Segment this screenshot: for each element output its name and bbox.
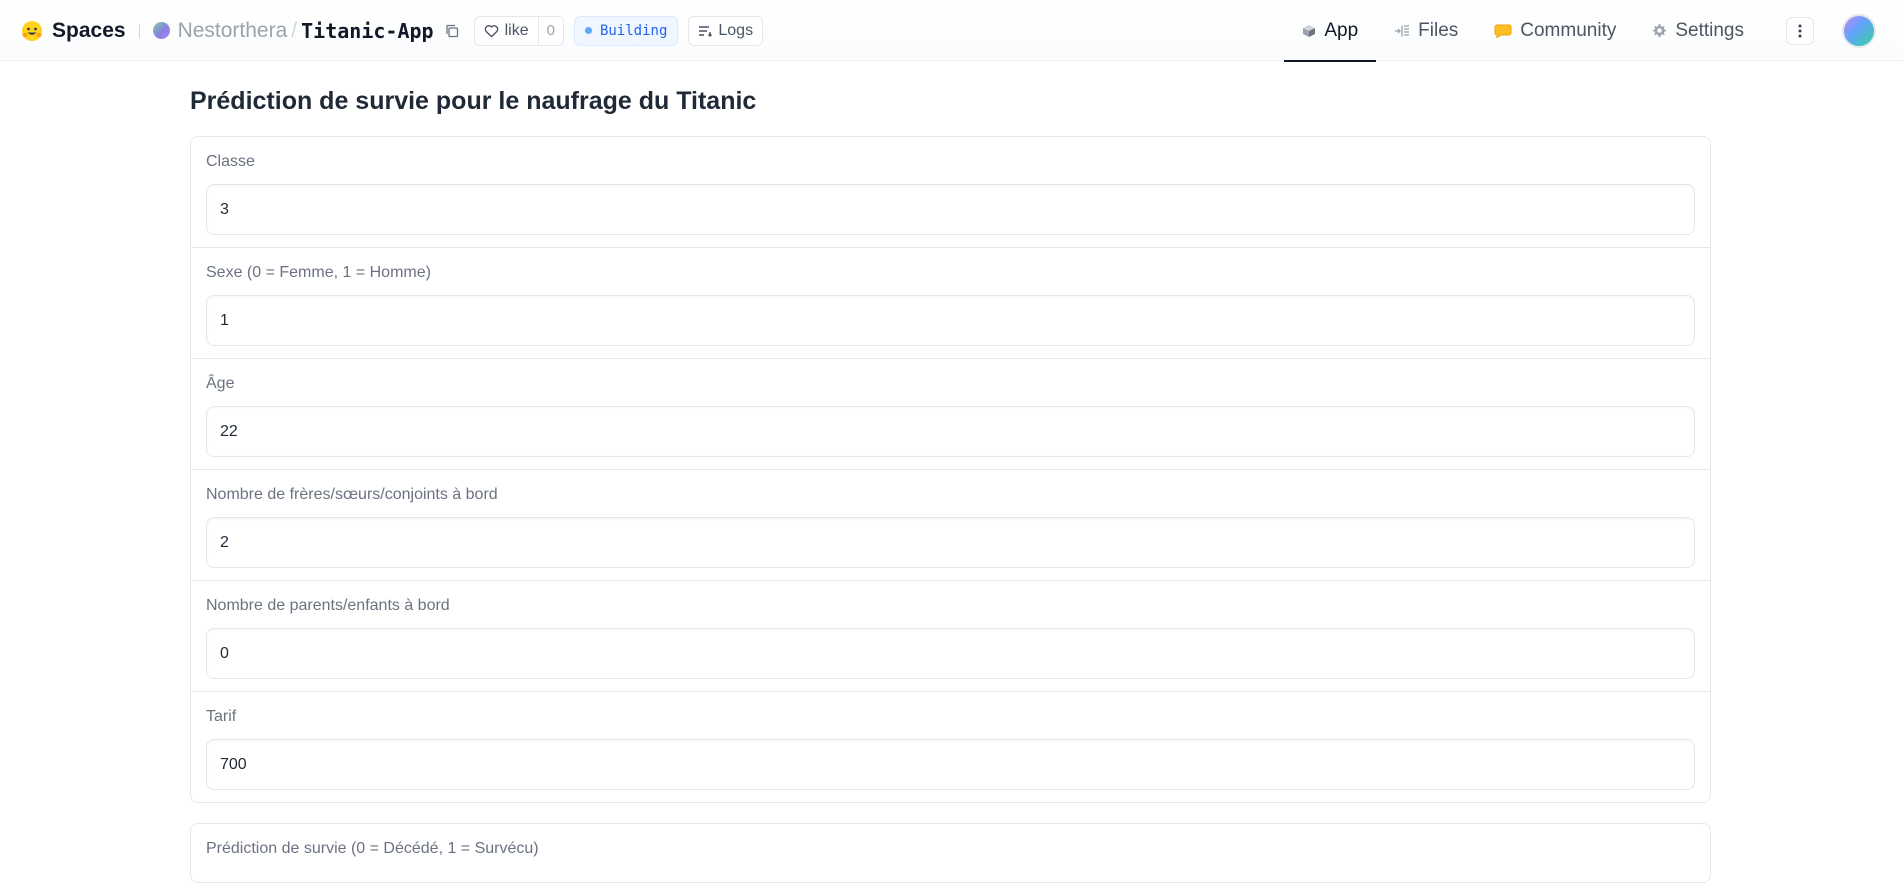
classe-input[interactable] xyxy=(206,184,1695,235)
community-icon xyxy=(1494,24,1512,38)
tab-community[interactable]: Community xyxy=(1476,0,1634,61)
app-container: Prédiction de survie pour le naufrage du… xyxy=(190,61,1711,883)
like-button[interactable]: like xyxy=(475,17,538,45)
field-label: Classe xyxy=(206,153,255,170)
field-label: Sexe (0 = Femme, 1 = Homme) xyxy=(206,264,431,281)
field-age: Âge xyxy=(191,359,1710,470)
like-count[interactable]: 0 xyxy=(537,16,563,45)
owner-avatar[interactable] xyxy=(152,22,170,39)
field-sexe: Sexe (0 = Femme, 1 = Homme) xyxy=(191,248,1710,359)
output-label: Prédiction de survie (0 = Décédé, 1 = Su… xyxy=(206,840,539,857)
logs-button[interactable]: Logs xyxy=(688,15,764,46)
sibsp-input[interactable] xyxy=(206,517,1695,568)
tab-files[interactable]: Files xyxy=(1376,0,1476,61)
page-title: Prédiction de survie pour le naufrage du… xyxy=(190,87,757,115)
tab-settings[interactable]: Settings xyxy=(1634,0,1762,61)
field-classe: Classe xyxy=(191,137,1710,248)
owner-link[interactable]: Nestorthera xyxy=(178,19,288,43)
output-panel: Prédiction de survie (0 = Décédé, 1 = Su… xyxy=(190,823,1711,883)
field-sibsp: Nombre de frères/sœurs/conjoints à bord xyxy=(191,470,1710,581)
field-label: Tarif xyxy=(206,708,237,725)
parch-input[interactable] xyxy=(206,628,1695,679)
field-parch: Nombre de parents/enfants à bord xyxy=(191,581,1710,692)
gear-icon xyxy=(1653,24,1667,37)
header-divider xyxy=(138,23,140,38)
heart-icon xyxy=(484,24,498,37)
path-separator: / xyxy=(291,18,298,42)
tarif-input[interactable] xyxy=(206,739,1695,790)
logs-icon xyxy=(699,25,713,37)
status-badge[interactable]: Building xyxy=(573,15,679,46)
hugging-face-logo-icon[interactable] xyxy=(20,19,44,43)
field-label: Âge xyxy=(206,375,235,392)
files-icon xyxy=(1395,24,1410,36)
tab-community-label: Community xyxy=(1520,19,1617,41)
tab-app[interactable]: App xyxy=(1284,0,1376,62)
tab-settings-label: Settings xyxy=(1675,19,1744,41)
like-group: like 0 xyxy=(473,15,564,46)
status-label: Building xyxy=(599,22,668,39)
like-label: like xyxy=(504,21,529,39)
copy-icon[interactable] xyxy=(442,21,462,41)
header-nav: App Files Community Settings xyxy=(1284,0,1903,62)
sexe-input[interactable] xyxy=(206,295,1695,346)
age-input[interactable] xyxy=(206,406,1695,457)
header-left: Spaces Nestorthera / Titanic-App like 0 … xyxy=(20,0,764,61)
user-avatar[interactable] xyxy=(1842,13,1876,48)
field-label: Nombre de frères/sœurs/conjoints à bord xyxy=(206,486,498,503)
spaces-link[interactable]: Spaces xyxy=(52,19,126,43)
status-dot-icon xyxy=(584,27,592,34)
tab-files-label: Files xyxy=(1418,19,1459,41)
tab-app-label: App xyxy=(1324,19,1359,41)
repo-name-link[interactable]: Titanic-App xyxy=(301,19,433,43)
cube-icon xyxy=(1303,24,1316,37)
top-header: Spaces Nestorthera / Titanic-App like 0 … xyxy=(0,0,1903,62)
more-options-icon[interactable] xyxy=(1786,16,1814,45)
input-form: Classe Sexe (0 = Femme, 1 = Homme) Âge N… xyxy=(190,136,1711,803)
field-label: Nombre de parents/enfants à bord xyxy=(206,597,450,614)
field-tarif: Tarif xyxy=(191,692,1710,802)
logs-label: Logs xyxy=(718,21,754,39)
